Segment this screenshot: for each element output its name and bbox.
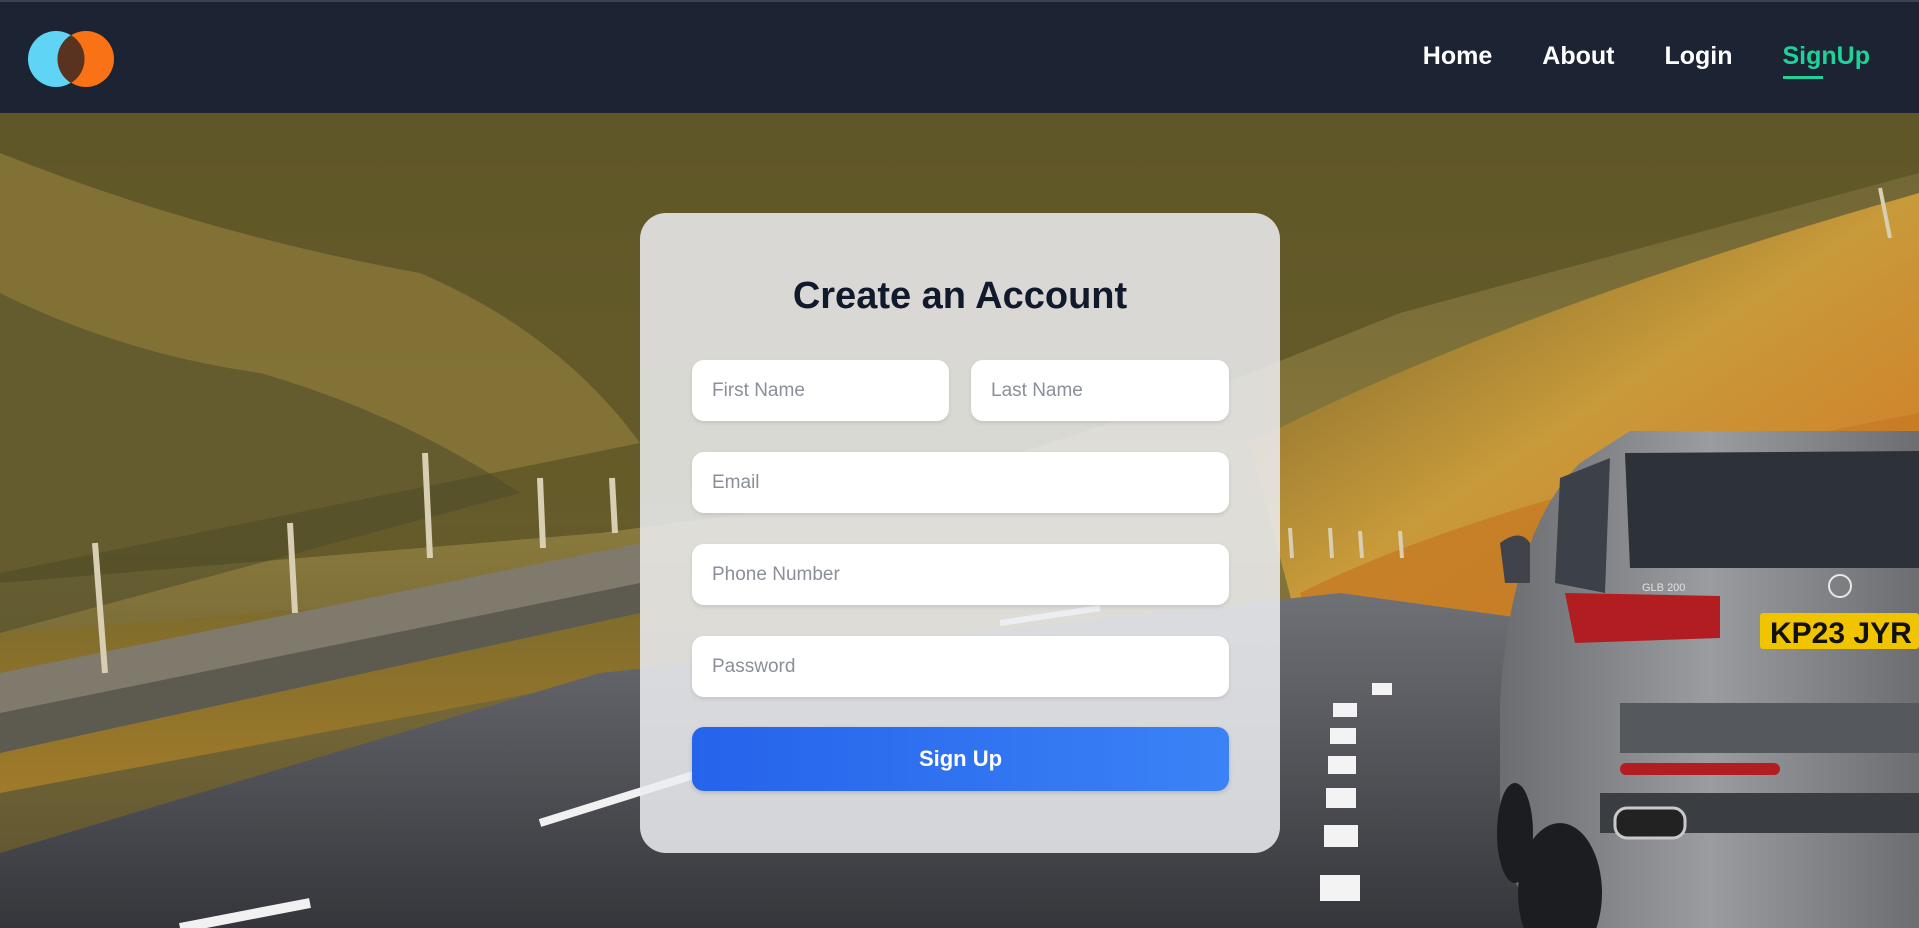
main-nav: Home About Login SignUp bbox=[1423, 2, 1870, 115]
nav-about-link[interactable]: About bbox=[1542, 42, 1614, 75]
first-name-input[interactable] bbox=[692, 360, 949, 421]
hero-background: KP23 JYR GLB 200 Create an Account Sign … bbox=[0, 113, 1919, 928]
email-input[interactable] bbox=[692, 452, 1229, 513]
nav-signup-link[interactable]: SignUp bbox=[1782, 42, 1870, 79]
signup-card: Create an Account Sign Up bbox=[640, 213, 1280, 853]
car-image: KP23 JYR GLB 200 bbox=[1497, 431, 1919, 928]
nav-home-link[interactable]: Home bbox=[1423, 42, 1492, 75]
phone-number-input[interactable] bbox=[692, 544, 1229, 605]
password-input[interactable] bbox=[692, 636, 1229, 697]
svg-text:GLB 200: GLB 200 bbox=[1642, 582, 1685, 594]
license-plate-text: KP23 JYR bbox=[1770, 617, 1912, 650]
sign-up-button[interactable]: Sign Up bbox=[692, 727, 1229, 791]
last-name-input[interactable] bbox=[971, 360, 1229, 421]
page-title: Create an Account bbox=[792, 275, 1128, 317]
brand-logo-icon[interactable] bbox=[27, 30, 115, 88]
nav-login-link[interactable]: Login bbox=[1664, 42, 1732, 75]
top-navbar: Home About Login SignUp bbox=[0, 0, 1919, 113]
